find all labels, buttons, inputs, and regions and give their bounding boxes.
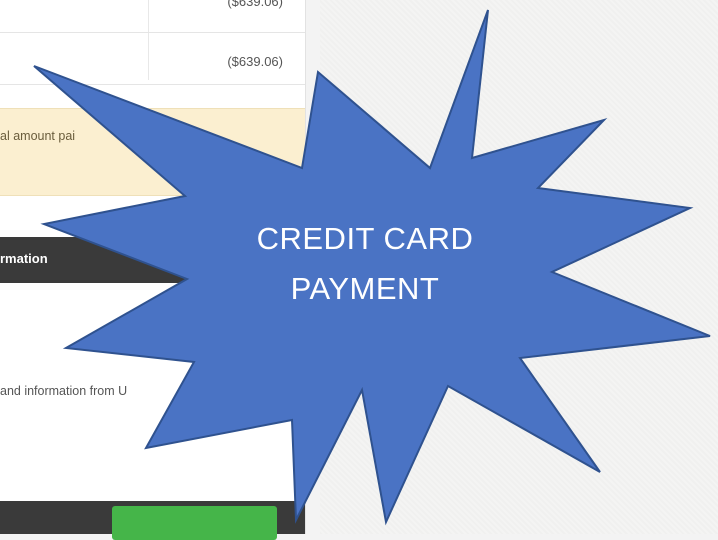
callout-line-2: PAYMENT: [290, 270, 440, 306]
callout-line-1: CREDIT CARD: [256, 221, 474, 256]
callout-text: CREDIT CARD PAYMENT: [200, 214, 530, 313]
credit-card-callout: CREDIT CARD PAYMENT: [0, 0, 718, 534]
